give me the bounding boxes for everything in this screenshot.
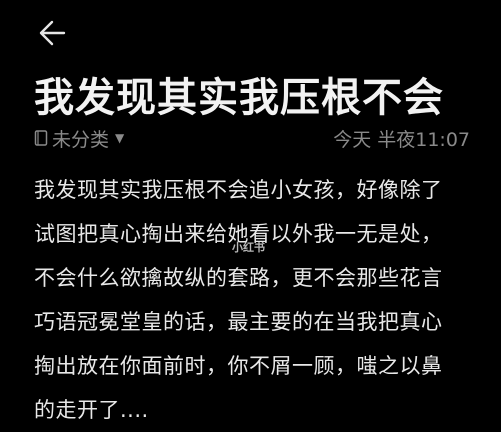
back-button[interactable]	[32, 14, 70, 52]
folder-label: 未分类	[52, 128, 110, 151]
body-line: 不会什么欲擒故纵的套路，更不会那些花言	[34, 266, 443, 290]
body-line: 我发现其实我压根不会追小女孩，好像除了	[34, 178, 443, 202]
body-line: 巧语冠冕堂皇的话，最主要的在当我把真心	[34, 310, 443, 334]
arrow-left-icon	[39, 20, 66, 46]
folder-selector[interactable]: 未分类 ▼	[34, 125, 124, 152]
body-line: 掏出放在你面前时，你不屑一顾，嗤之以鼻	[34, 354, 443, 378]
folder-icon	[34, 129, 48, 147]
note-title[interactable]: 我发现其实我压根不会	[34, 72, 484, 124]
note-timestamp: 今天 半夜11:07	[333, 128, 470, 151]
watermark-logo: 小红书	[232, 241, 265, 254]
caret-down-icon: ▼	[115, 131, 125, 145]
note-meta: 未分类 ▼ 今天 半夜11:07	[34, 124, 470, 152]
note-body[interactable]: 我发现其实我压根不会追小女孩，好像除了 试图把真心掏出来给她看以外我一无是处， …	[34, 168, 470, 432]
body-line: 的走开了....	[34, 398, 149, 422]
